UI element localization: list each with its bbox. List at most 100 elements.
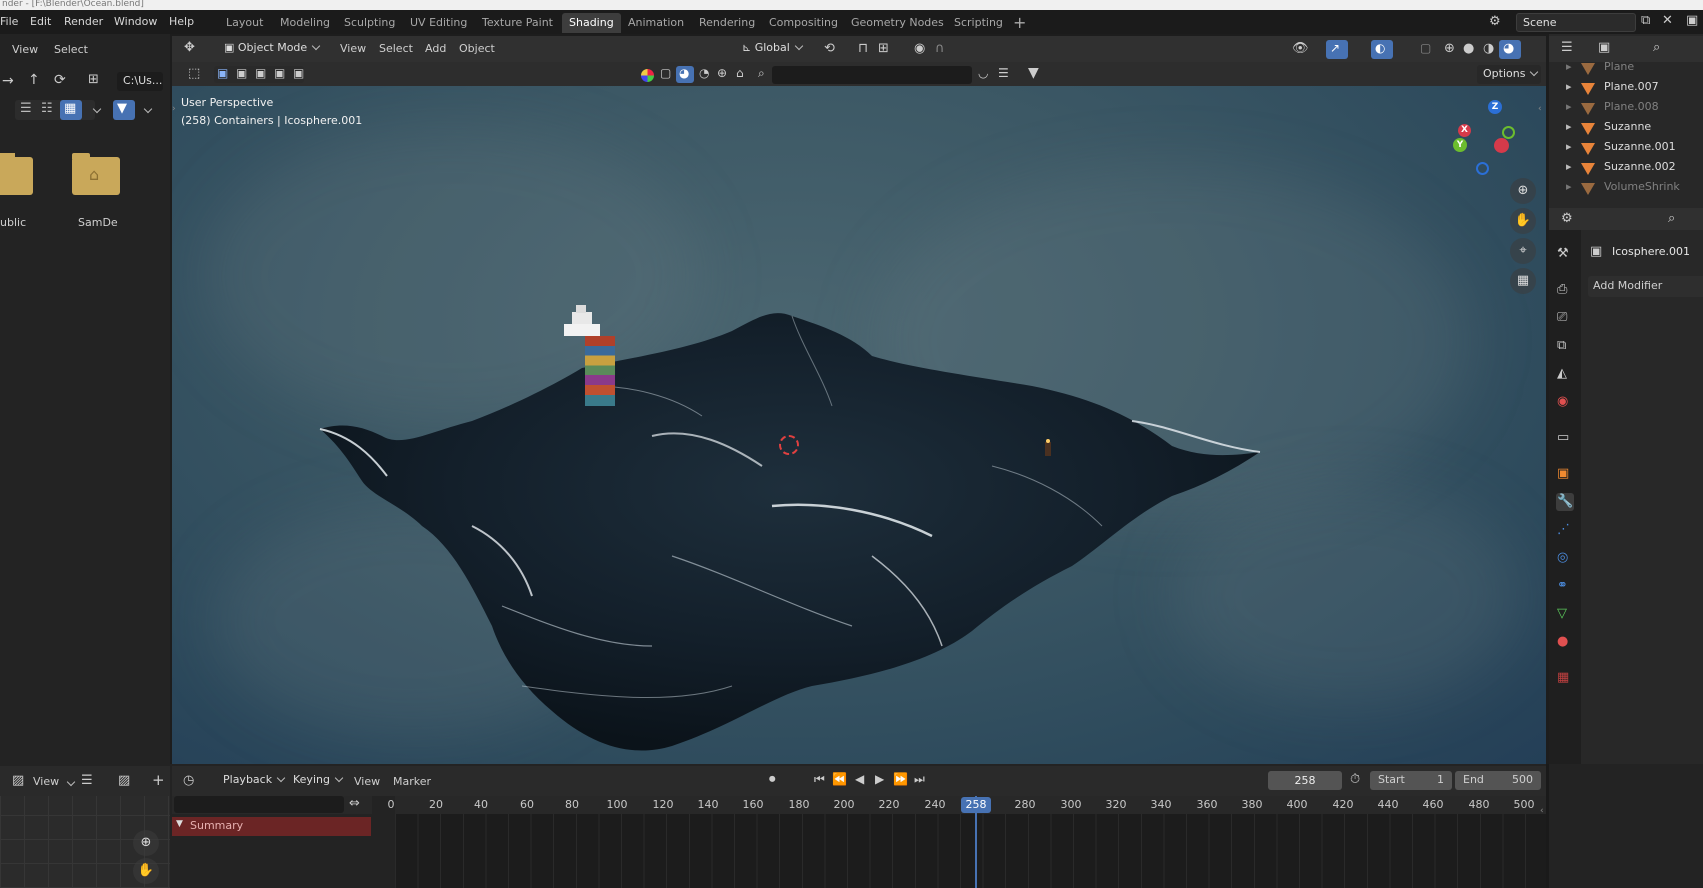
outliner-search-icon[interactable]: ⌕ xyxy=(1653,40,1660,55)
outliner-item-volumeshrink[interactable]: ▸ VolumeShrink xyxy=(1566,180,1680,198)
new-image-icon[interactable]: + xyxy=(152,771,165,789)
options-dropdown[interactable]: Options xyxy=(1477,65,1541,84)
menu-render[interactable]: Render xyxy=(64,15,103,28)
gizmo-neg-z[interactable] xyxy=(1476,162,1489,175)
select-tool-icon[interactable]: ⬚ xyxy=(188,66,200,81)
shading-camera-icon[interactable]: ⌂ xyxy=(736,66,744,80)
scene-tab-icon[interactable]: ◭ xyxy=(1557,366,1567,381)
image-editor-icon[interactable]: ▨ xyxy=(12,773,24,788)
shading-solid-icon[interactable]: ▢ xyxy=(660,66,671,80)
pan-hand-icon[interactable]: ✋ xyxy=(1510,208,1536,234)
gizmo-neg-x[interactable] xyxy=(1494,138,1509,153)
solid-shading-icon[interactable]: ● xyxy=(1463,41,1474,56)
image-zoom-icon[interactable]: ⊕ xyxy=(133,830,159,856)
menu-edit[interactable]: Edit xyxy=(30,15,51,28)
object-tab-icon[interactable]: ▣ xyxy=(1557,466,1569,481)
refresh-icon[interactable]: ⟳ xyxy=(54,72,66,88)
parent-dir-icon[interactable]: ↑ xyxy=(28,72,40,88)
3d-viewport[interactable]: User Perspective (258) Containers | Icos… xyxy=(172,86,1546,764)
fb-menu-view[interactable]: View xyxy=(12,43,38,56)
image-pan-icon[interactable]: ✋ xyxy=(133,858,159,884)
tool-tab-icon[interactable]: ⚒ xyxy=(1557,246,1569,261)
shading-world-icon[interactable]: ⊕ xyxy=(717,66,727,80)
new-scene-icon[interactable]: ⧉ xyxy=(1641,13,1650,28)
vp-menu-object[interactable]: Object xyxy=(459,42,495,55)
render-engine-icon[interactable] xyxy=(641,69,654,82)
viewport-search-input[interactable] xyxy=(772,66,972,84)
summary-channel[interactable]: ▼ Summary xyxy=(172,817,371,836)
folder-label[interactable]: ublic xyxy=(0,216,26,229)
vp-menu-add[interactable]: Add xyxy=(425,42,446,55)
view-layer-icon[interactable]: ▣ xyxy=(1686,13,1698,28)
tab-layout[interactable]: Layout xyxy=(219,13,270,33)
sort-icon[interactable]: ☰ xyxy=(998,66,1009,80)
xray-icon[interactable]: ▢ xyxy=(1420,41,1431,55)
left-bottom-view-menu[interactable]: View xyxy=(33,775,59,788)
select-new-icon[interactable]: ▣ xyxy=(217,66,228,80)
tab-uv-editing[interactable]: UV Editing xyxy=(403,13,474,33)
viewport-filter-icon[interactable]: ▼ xyxy=(1028,65,1039,81)
timeline-sidebar-expand-icon[interactable]: ‹ xyxy=(1540,806,1544,816)
hamburger-icon[interactable]: ☰ xyxy=(81,773,93,788)
tab-rendering[interactable]: Rendering xyxy=(692,13,762,33)
data-tab-icon[interactable]: ▽ xyxy=(1557,606,1567,621)
gizmo-y-axis[interactable]: Y xyxy=(1453,138,1467,152)
swap-icon[interactable]: ⇔ xyxy=(349,796,360,811)
prev-keyframe-icon[interactable]: ⏪ xyxy=(832,772,847,786)
outliner-item-plane-008[interactable]: ▸ Plane.008 xyxy=(1566,100,1659,118)
gizmo-neg-y[interactable] xyxy=(1502,126,1515,139)
3d-cursor-icon[interactable] xyxy=(779,435,799,455)
close-scene-icon[interactable]: ✕ xyxy=(1662,13,1673,28)
outliner-item-plane-007[interactable]: ▸ Plane.007 xyxy=(1566,80,1659,98)
wireframe-shading-icon[interactable]: ⊕ xyxy=(1444,41,1455,56)
proportional-edit-icon[interactable]: ◉ xyxy=(914,41,925,56)
current-frame-field[interactable]: 258 xyxy=(1268,771,1342,790)
sort-chevron-icon[interactable] xyxy=(88,104,102,117)
gizmo-z-axis[interactable]: Z xyxy=(1488,100,1502,114)
home-folder-label[interactable]: SamDe xyxy=(78,216,118,229)
falloff-icon[interactable]: ∩ xyxy=(935,41,945,56)
tab-scripting[interactable]: Scripting xyxy=(947,13,1010,33)
playhead-frame-badge[interactable]: 258 xyxy=(961,797,991,813)
collection-tab-icon[interactable]: ▭ xyxy=(1557,430,1569,445)
physics-tab-icon[interactable]: ◎ xyxy=(1557,550,1568,565)
pivot-icon[interactable]: ⟲ xyxy=(824,41,835,56)
preview-range-icon[interactable]: ⏱ xyxy=(1350,772,1360,787)
scene-icon[interactable]: ⚙ xyxy=(1489,14,1501,29)
vp-menu-select[interactable]: Select xyxy=(379,42,413,55)
properties-editor-icon[interactable]: ⚙ xyxy=(1561,211,1573,226)
gizmo-x-axis[interactable]: X xyxy=(1458,124,1471,137)
outliner-item-suzanne[interactable]: ▸ Suzanne xyxy=(1566,120,1651,138)
snap-target-icon[interactable]: ⊞ xyxy=(878,41,889,56)
tab-shading[interactable]: Shading xyxy=(562,13,621,33)
play-reverse-icon[interactable]: ◀ xyxy=(855,772,864,786)
menu-window[interactable]: Window xyxy=(114,15,157,28)
menu-file[interactable]: File xyxy=(0,15,18,28)
timeline-editor-icon[interactable]: ◷ xyxy=(183,773,194,788)
vp-menu-view[interactable]: View xyxy=(340,42,366,55)
search-icon[interactable]: ⌕ xyxy=(758,66,765,81)
fb-path-field[interactable]: C:\Us... xyxy=(117,72,163,91)
display-mode-icon[interactable]: ▣ xyxy=(1598,40,1610,55)
jump-start-icon[interactable]: ⏮ xyxy=(814,772,825,787)
transform-orientation-dropdown[interactable]: ⊾ Global xyxy=(736,39,812,58)
timeline-view-menu[interactable]: View xyxy=(354,775,380,788)
camera-view-icon[interactable]: ⌖ xyxy=(1510,238,1536,264)
area-divider[interactable] xyxy=(1546,764,1549,888)
select-invert-icon[interactable]: ▣ xyxy=(274,66,285,80)
add-workspace-icon[interactable]: + xyxy=(1013,13,1026,32)
render-tab-icon[interactable]: ⎙ xyxy=(1557,282,1567,297)
fb-menu-select[interactable]: Select xyxy=(54,43,88,56)
left-view-chevron-icon[interactable] xyxy=(62,777,76,790)
material-tab-icon[interactable]: ● xyxy=(1557,634,1568,649)
object-mode-dropdown[interactable]: ▣ Object Mode xyxy=(218,39,326,58)
timeline-keyframe-area[interactable] xyxy=(395,814,1546,888)
list-horizontal-icon[interactable]: ☷ xyxy=(41,101,53,116)
view-layer-tab-icon[interactable]: ⧉ xyxy=(1557,338,1566,353)
material-shading-icon[interactable]: ◑ xyxy=(1483,41,1494,56)
forward-icon[interactable]: → xyxy=(2,73,14,89)
image-browse-icon[interactable]: ▨ xyxy=(118,773,130,788)
next-keyframe-icon[interactable]: ⏩ xyxy=(893,772,908,786)
timeline-marker-menu[interactable]: Marker xyxy=(393,775,431,788)
tab-sculpting[interactable]: Sculpting xyxy=(337,13,402,33)
